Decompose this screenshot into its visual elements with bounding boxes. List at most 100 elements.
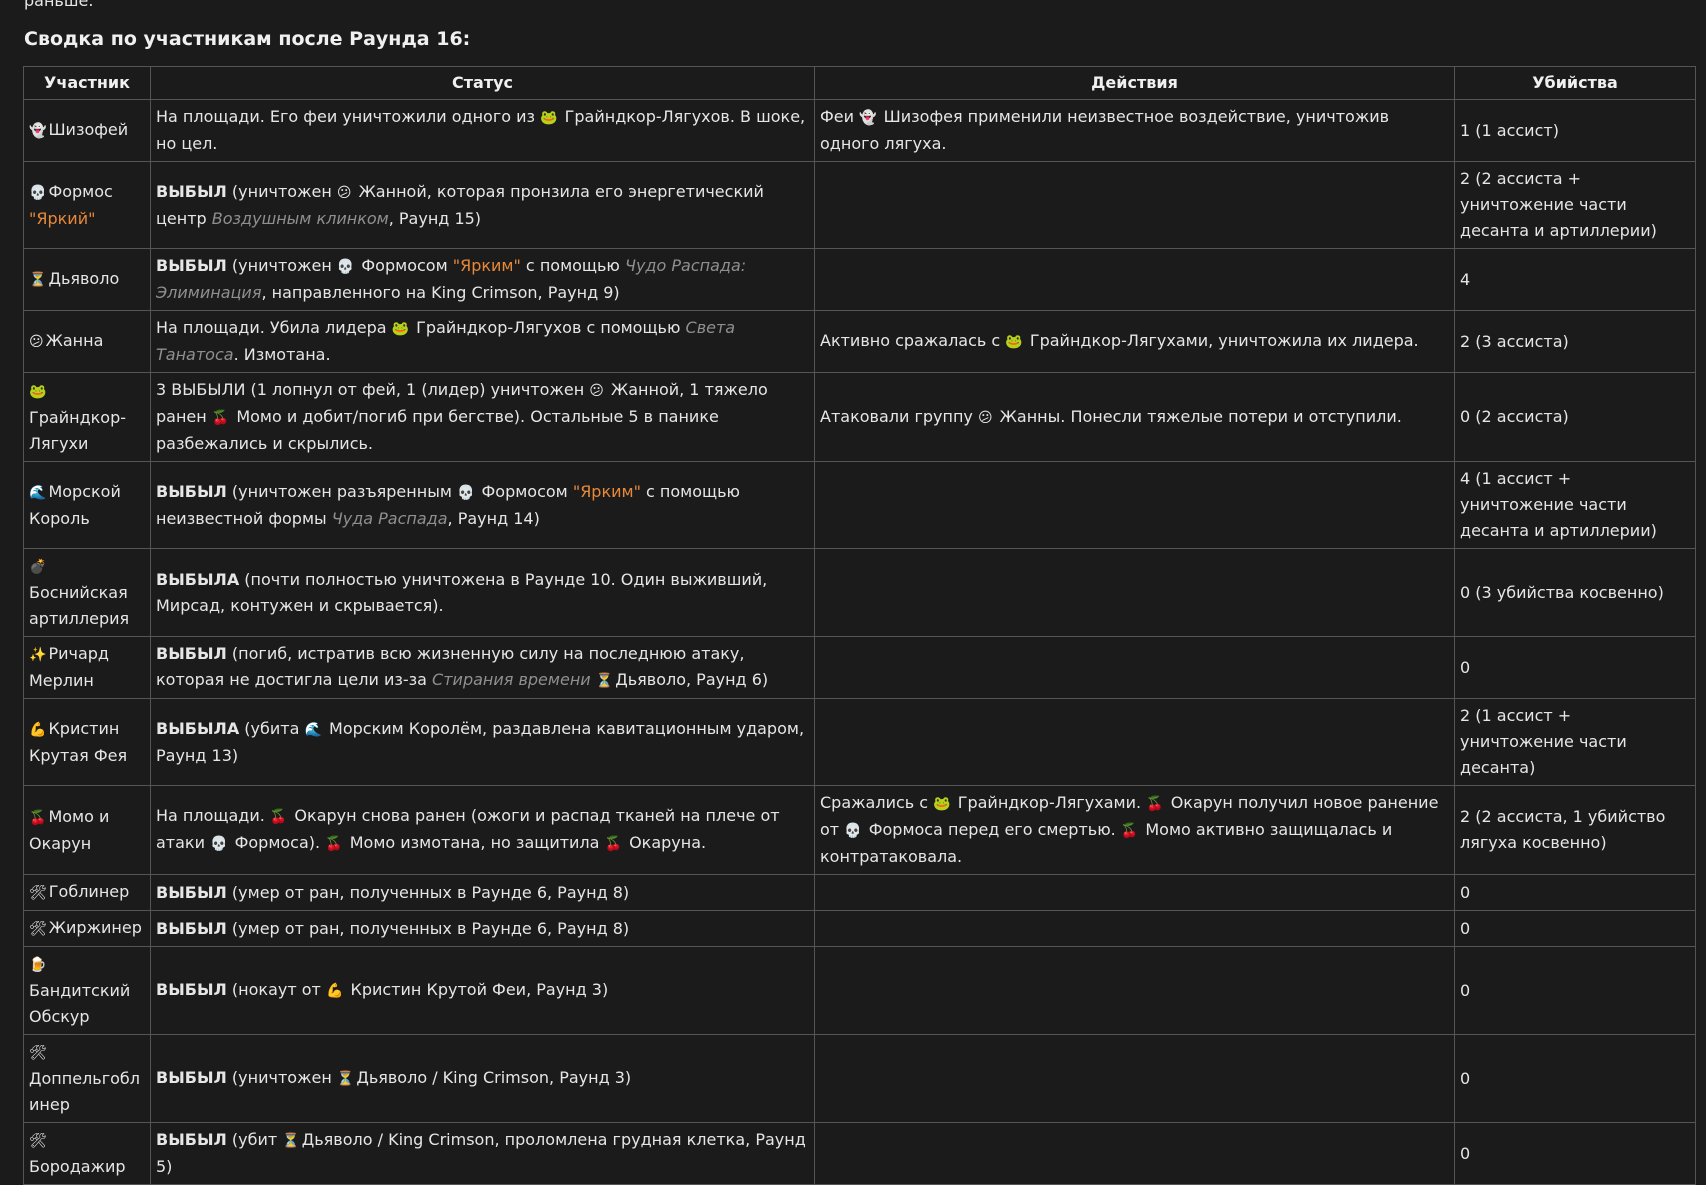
participant-emoji-icon: 🛠 [29,1133,47,1149]
ability-name: Воздушным клинком [211,208,389,228]
actions-cell [814,910,1455,947]
participants-table: Участник Статус Действия Убийства 👻 Шизоф… [23,66,1696,1185]
participant-emoji-icon: 💀 [210,836,228,852]
participant-cell: 🍺 Бандитский Обскур [23,946,151,1035]
participant-emoji-icon: 😕 [336,184,352,201]
text-fragment: Сражались с [820,793,934,812]
participant-emoji-icon: 🐸 [933,796,951,812]
status-cell: 3 ВЫБЫЛИ (1 лопнул от фей, 1 (лидер) уни… [150,372,815,462]
participant-emoji-icon: 🍒 [325,836,343,852]
participant-emoji-icon: 💀 [456,484,475,501]
participant-emoji-icon: 🐸 [1005,334,1023,350]
participant-name: Грайндкор-Лягухи [29,407,127,453]
participant-emoji-icon: 😕 [29,334,44,350]
table-row: 🛠 Жиржинер ВЫБЫЛ (умер от ран, полученных … [23,910,1696,947]
text-fragment: (нокаут от [226,980,326,999]
participant-emoji-icon: 🐸 [29,383,47,400]
status-keyword: ВЫБЫЛ [156,918,227,938]
status-cell: ВЫБЫЛ (умер от ран, полученных в Раунде … [150,874,815,911]
status-cell: На площади. 🍒 Окарун снова ранен (ожоги … [150,785,815,875]
participant-emoji-icon: 💪 [325,983,344,999]
participant-cell: 😕 Жанна [23,310,151,373]
text-fragment: (уничтожен [226,256,337,275]
participant-name: Доппельгоблинер [29,1069,140,1114]
participant-emoji-icon: 🍺 [29,957,47,973]
status-keyword: ВЫБЫЛ [156,256,227,275]
actions-cell [814,698,1455,786]
actions-cell [814,1122,1455,1185]
participant-emoji-icon: 🐸 [391,321,410,337]
participant-emoji-icon: 👻 [29,123,47,139]
status-cell: ВЫБЫЛ (погиб, истратив всю жизненную сил… [150,636,815,699]
status-cell: ВЫБЫЛ (умер от ран, полученных в Раунде … [150,910,815,947]
table-row: 💪 Кристин Крутая Фея ВЫБЫЛА (убита 🌊 Морск… [23,698,1696,786]
table-row: 🍺 Бандитский Обскур ВЫБЫЛ (нокаут от 💪 Кри… [23,946,1696,1035]
text-fragment: (почти полностью уничтожена в Раунде 10.… [156,569,768,615]
text-fragment: , Раунд 15) [388,208,482,228]
table-row: ⏳ Дьяволо ВЫБЫЛ (уничтожен 💀 Формосом "Ярк… [23,248,1696,311]
status-cell: ВЫБЫЛ (уничтожен 💀 Формосом "Ярким" с по… [150,248,815,311]
participant-emoji-icon: ⏳ [282,1133,300,1149]
kills-cell: 2 (2 ассиста, 1 убийство лягуха косвенно… [1454,785,1696,875]
table-row: ✨ Ричард Мерлин ВЫБЫЛ (погиб, истратив всю… [23,636,1696,699]
kills-cell: 0 [1454,874,1696,911]
text-fragment: (убит [226,1130,283,1149]
participant-cell: 💪 Кристин Крутая Фея [23,698,151,786]
actions-cell [814,946,1455,1035]
status-cell: ВЫБЫЛ (убит ⏳ Дьяволо / King Crimson, про… [150,1122,815,1185]
participant-cell: 💀 Формос "Яркий" [23,161,151,249]
participant-cell: 🛠 Жиржинер [23,910,151,947]
participant-name: Жиржинер [48,918,142,937]
kills-cell: 0 [1454,946,1696,1035]
text-fragment: (уничтожен [226,1068,337,1087]
text-fragment: (уничтожен [226,181,337,201]
participant-emoji-icon: 🌊 [304,721,322,738]
table-body: 👻 Шизофей На площади. Его феи уничтожили о… [23,99,1696,1185]
text-fragment: (убита [239,718,305,738]
actions-cell [814,636,1455,699]
participant-name: Боснийская артиллерия [29,583,130,628]
participant-emoji-icon: 🍒 [1120,823,1139,839]
text-fragment: (уничтожен разъяренным [226,481,457,501]
actions-cell [814,874,1455,911]
participant-cell: 🌊 Морской Король [23,461,151,549]
table-row: 👻 Шизофей На площади. Его феи уничтожили о… [23,99,1696,162]
previous-text-fragment: раньше. [24,0,94,10]
header-participant: Участник [23,66,151,100]
actions-cell [814,1034,1455,1123]
text-fragment: Феи [820,107,860,126]
participant-name: Дьяволо [48,269,120,288]
status-cell: ВЫБЫЛ (нокаут от 💪 Кристин Крутой Феи, Р… [150,946,815,1035]
text-fragment: с помощью [520,256,625,275]
text-fragment: Грайндкор-Лягухов с помощью [411,318,686,337]
text-fragment: Атаковали группу [820,406,978,426]
header-status: Статус [150,66,815,100]
nickname-highlight: "Ярким" [572,481,641,501]
participant-name: Жанна [45,331,104,350]
participant-cell: 🛠 Гоблинер [23,874,151,911]
participant-emoji-icon: 🛠 [29,885,47,901]
participant-emoji-icon: 💪 [29,721,47,738]
actions-cell: Сражались с 🐸 Грайндкор-Лягухами. 🍒 Окар… [814,785,1455,875]
participant-name: Шизофей [48,120,129,139]
participant-emoji-icon: 🍒 [269,809,288,825]
participant-cell: 💣 Боснийская артиллерия [23,548,151,637]
actions-cell: Активно сражалась с 🐸 Грайндкор-Лягухами… [814,310,1455,373]
participant-emoji-icon: 🌊 [29,484,47,501]
kills-cell: 0 [1454,1122,1696,1185]
status-cell: ВЫБЫЛ (уничтожен ⏳ Дьяволо / King Crimson… [150,1034,815,1123]
text-fragment: Дьяволо, Раунд 6) [615,670,769,689]
kills-cell: 2 (2 ассиста + уничтожение части десанта… [1454,161,1696,249]
status-keyword: ВЫБЫЛ [156,1068,227,1087]
participant-emoji-icon: 🍒 [604,836,622,852]
text-fragment: Окаруна. [623,833,707,852]
participant-emoji-icon: ⏳ [336,1071,355,1087]
text-fragment: Формоса перед его смертью. [863,820,1121,839]
header-actions: Действия [814,66,1455,100]
text-fragment: На площади. Убила лидера [156,318,392,337]
participant-emoji-icon: 🍒 [29,809,47,826]
participant-emoji-icon: ✨ [29,647,47,663]
text-fragment: Грайндкор-Лягухами, уничтожила их лидера… [1024,331,1419,350]
text-fragment: Формоса). [229,833,326,852]
participant-cell: 🛠 Доппельгоблинер [23,1034,151,1123]
